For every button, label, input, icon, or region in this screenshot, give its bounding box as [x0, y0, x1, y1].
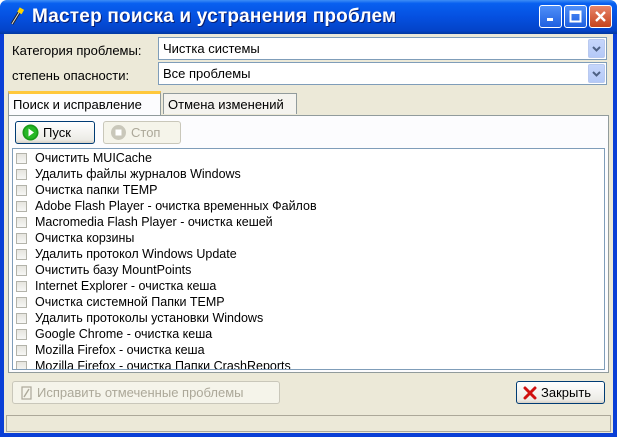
list-item[interactable]: Очистка системной Папки TEMP	[13, 294, 604, 310]
list-item-label: Очистка папки TEMP	[35, 183, 158, 197]
checkbox[interactable]	[16, 312, 27, 324]
status-bar	[6, 415, 611, 432]
checkbox[interactable]	[16, 264, 27, 276]
severity-label: степень опасности:	[12, 68, 130, 83]
list-item[interactable]: Удалить протоколы установки Windows	[13, 310, 604, 326]
caption-buttons	[539, 5, 612, 28]
play-icon	[22, 124, 39, 141]
checkbox[interactable]	[16, 328, 27, 340]
list-item-label: Adobe Flash Player - очистка временных Ф…	[35, 199, 317, 213]
list-item[interactable]: Mozilla Firefox - очистка Папки CrashRep…	[13, 358, 604, 370]
list-item[interactable]: Macromedia Flash Player - очистка кешей	[13, 214, 604, 230]
list-item-label: Macromedia Flash Player - очистка кешей	[35, 215, 273, 229]
minimize-button[interactable]	[539, 5, 562, 28]
list-item[interactable]: Очистить MUICache	[13, 150, 604, 166]
tab-panel: Пуск Стоп Очистить MUICache Удалить файл…	[8, 115, 609, 373]
list-item-label: Google Chrome - очистка кеша	[35, 327, 213, 341]
list-item-label: Очистка системной Папки TEMP	[35, 295, 225, 309]
stop-label: Стоп	[131, 125, 161, 140]
main-window: Мастер поиска и устранения проблем Катег…	[0, 0, 617, 437]
close-button[interactable]: Закрыть	[516, 381, 605, 404]
checkbox[interactable]	[16, 168, 27, 180]
checkbox[interactable]	[16, 152, 27, 164]
client-area: Категория проблемы: Чистка системы степе…	[4, 34, 613, 433]
category-value: Чистка системы	[163, 41, 260, 56]
list-item-label: Очистка корзины	[35, 231, 135, 245]
list-item[interactable]: Очистка папки TEMP	[13, 182, 604, 198]
wand-icon	[8, 7, 26, 27]
list-item-label: Mozilla Firefox - очистка Папки CrashRep…	[35, 359, 291, 370]
checkbox[interactable]	[16, 280, 27, 292]
severity-value: Все проблемы	[163, 66, 251, 81]
list-item-label: Удалить файлы журналов Windows	[35, 167, 241, 181]
stop-icon	[110, 124, 127, 141]
stop-button[interactable]: Стоп	[103, 121, 181, 144]
close-icon	[523, 386, 537, 400]
problem-list[interactable]: Очистить MUICache Удалить файлы журналов…	[12, 148, 605, 370]
checkbox[interactable]	[16, 184, 27, 196]
checkbox[interactable]	[16, 216, 27, 228]
start-label: Пуск	[43, 125, 71, 140]
checkbox[interactable]	[16, 360, 27, 369]
list-item[interactable]: Удалить файлы журналов Windows	[13, 166, 604, 182]
severity-select[interactable]: Все проблемы	[158, 62, 607, 85]
list-item-label: Удалить протоколы установки Windows	[35, 311, 264, 325]
list-item[interactable]: Очистить базу MountPoints	[13, 262, 604, 278]
list-item-label: Mozilla Firefox - очистка кеша	[35, 343, 205, 357]
checkbox[interactable]	[16, 200, 27, 212]
maximize-button[interactable]	[564, 5, 587, 28]
fix-selected-label: Исправить отмеченные проблемы	[37, 385, 244, 400]
fix-selected-button[interactable]: Исправить отмеченные проблемы	[12, 381, 280, 404]
checkbox[interactable]	[16, 344, 27, 356]
close-window-button[interactable]	[589, 5, 612, 28]
checkbox[interactable]	[16, 232, 27, 244]
list-item[interactable]: Adobe Flash Player - очистка временных Ф…	[13, 198, 604, 214]
tab-undo-changes[interactable]: Отмена изменений	[163, 93, 297, 114]
list-item-label: Удалить протокол Windows Update	[35, 247, 237, 261]
list-item[interactable]: Удалить протокол Windows Update	[13, 246, 604, 262]
list-item[interactable]: Mozilla Firefox - очистка кеша	[13, 342, 604, 358]
wrench-icon	[19, 385, 33, 401]
list-item[interactable]: Internet Explorer - очистка кеша	[13, 278, 604, 294]
checkbox[interactable]	[16, 296, 27, 308]
tab-search-fix[interactable]: Поиск и исправление	[8, 91, 161, 115]
checkbox[interactable]	[16, 248, 27, 260]
chevron-down-icon[interactable]	[588, 39, 605, 58]
list-item-label: Очистить MUICache	[35, 151, 152, 165]
title-bar[interactable]: Мастер поиска и устранения проблем	[0, 0, 617, 34]
category-label: Категория проблемы:	[12, 43, 142, 58]
list-item-label: Очистить базу MountPoints	[35, 263, 192, 277]
chevron-down-icon[interactable]	[588, 64, 605, 83]
list-item-label: Internet Explorer - очистка кеша	[35, 279, 217, 293]
close-label: Закрыть	[541, 385, 592, 400]
window-title: Мастер поиска и устранения проблем	[32, 6, 397, 27]
list-item[interactable]: Google Chrome - очистка кеша	[13, 326, 604, 342]
category-select[interactable]: Чистка системы	[158, 37, 607, 60]
list-item[interactable]: Очистка корзины	[13, 230, 604, 246]
start-button[interactable]: Пуск	[15, 121, 95, 144]
